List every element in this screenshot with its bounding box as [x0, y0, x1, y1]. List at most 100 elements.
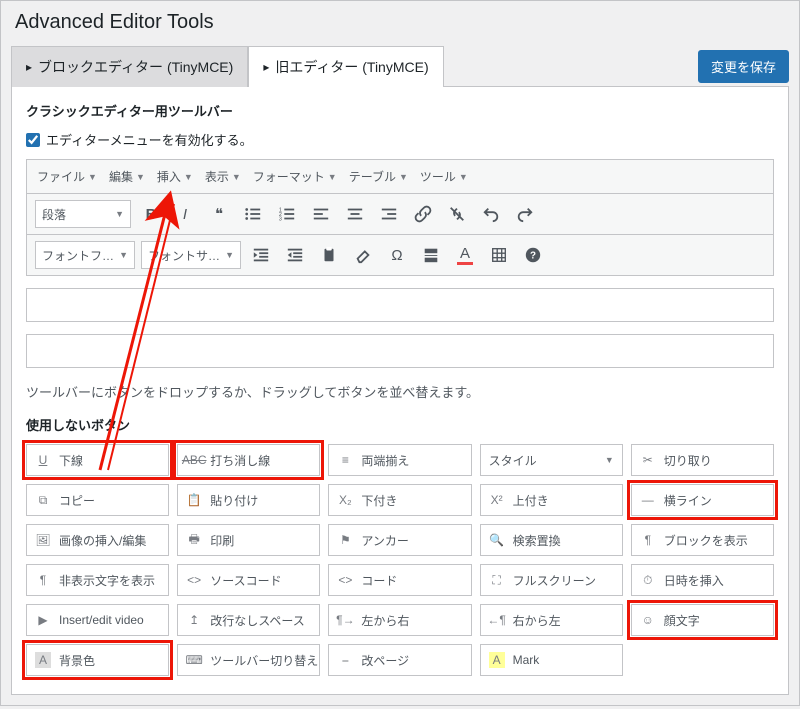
- unlink-button[interactable]: [443, 200, 471, 228]
- align-center-button[interactable]: [341, 200, 369, 228]
- tab-classic-editor[interactable]: ▸ 旧エディター (TinyMCE): [248, 46, 443, 87]
- caret-down-icon: ▼: [605, 455, 614, 465]
- unused-justify[interactable]: ≡両端揃え: [328, 444, 471, 476]
- unlink-icon: [448, 205, 466, 223]
- help-button[interactable]: ?: [519, 241, 547, 269]
- undo-button[interactable]: [477, 200, 505, 228]
- print-icon: 🖶: [186, 532, 202, 548]
- unused-rtl[interactable]: ←¶右から左: [480, 604, 623, 636]
- list-ul-icon: [244, 205, 262, 223]
- unused-strikethrough[interactable]: ABC打ち消し線: [177, 444, 320, 476]
- video-icon: ▶: [35, 612, 51, 628]
- toolbar-row-2: フォントフ…▼ フォントサ…▼ Ω A ?: [27, 235, 773, 275]
- caret-down-icon: ▼: [88, 172, 97, 182]
- toolbar-dropzone-1[interactable]: [26, 288, 774, 322]
- toolbar-hint: ツールバーにボタンをドロップするか、ドラッグしてボタンを並べ替えます。: [26, 382, 774, 401]
- unused-underline[interactable]: U下線: [26, 444, 169, 476]
- unused-source-code[interactable]: <>ソースコード: [177, 564, 320, 596]
- font-size-select[interactable]: フォントサ…▼: [141, 241, 241, 269]
- tab-block-editor[interactable]: ▸ ブロックエディター (TinyMCE): [11, 46, 248, 87]
- editor-tabs: ▸ ブロックエディター (TinyMCE) ▸ 旧エディター (TinyMCE): [11, 46, 444, 87]
- ltr-icon: ¶→: [337, 612, 353, 628]
- outdent-icon: [252, 246, 270, 264]
- toolbar-dropzone-2[interactable]: [26, 334, 774, 368]
- list-ol-icon: 123: [278, 205, 296, 223]
- read-more-icon: [422, 246, 440, 264]
- font-family-select[interactable]: フォントフ…▼: [35, 241, 135, 269]
- unused-print[interactable]: 🖶印刷: [177, 524, 320, 556]
- table-button[interactable]: [485, 241, 513, 269]
- unused-datetime[interactable]: ⏱日時を挿入: [631, 564, 774, 596]
- bold-button[interactable]: B: [137, 200, 165, 228]
- unused-fullscreen[interactable]: ⛶フルスクリーン: [480, 564, 623, 596]
- enable-menu-label: エディターメニューを有効化する。: [46, 130, 253, 149]
- upload-icon: ↥: [186, 612, 202, 628]
- paragraph-select[interactable]: 段落▼: [35, 200, 131, 228]
- unused-ltr[interactable]: ¶→左から右: [328, 604, 471, 636]
- caret-down-icon: ▼: [115, 209, 124, 219]
- unused-mark[interactable]: AMark: [480, 644, 623, 676]
- unused-code[interactable]: <>コード: [328, 564, 471, 596]
- text-color-icon: A: [457, 245, 473, 265]
- bulleted-list-button[interactable]: [239, 200, 267, 228]
- unused-style-select[interactable]: スタイル▼: [480, 444, 623, 476]
- unused-show-blocks[interactable]: ¶ブロックを表示: [631, 524, 774, 556]
- outdent-button[interactable]: [247, 241, 275, 269]
- redo-button[interactable]: [511, 200, 539, 228]
- code-icon: <>: [186, 572, 202, 588]
- save-button[interactable]: 変更を保存: [698, 50, 789, 83]
- unused-visual-chars[interactable]: ¶非表示文字を表示: [26, 564, 169, 596]
- paste-text-button[interactable]: [315, 241, 343, 269]
- indent-button[interactable]: [281, 241, 309, 269]
- unused-pagebreak[interactable]: ⎯改ページ: [328, 644, 471, 676]
- link-button[interactable]: [409, 200, 437, 228]
- menu-insert[interactable]: 挿入▼: [157, 168, 193, 185]
- menu-edit[interactable]: 編集▼: [109, 168, 145, 185]
- unused-emoji[interactable]: ☺顔文字: [631, 604, 774, 636]
- unused-copy[interactable]: ⧉コピー: [26, 484, 169, 516]
- menu-format[interactable]: フォーマット▼: [253, 168, 337, 185]
- redo-icon: [516, 205, 534, 223]
- pilcrow-icon: ¶: [640, 532, 656, 548]
- clock-icon: ⏱: [640, 572, 656, 588]
- menu-tools[interactable]: ツール▼: [420, 168, 468, 185]
- unused-subscript[interactable]: X₂下付き: [328, 484, 471, 516]
- menu-view[interactable]: 表示▼: [205, 168, 241, 185]
- unused-image[interactable]: 🖼画像の挿入/編集: [26, 524, 169, 556]
- scissors-icon: ✂: [640, 452, 656, 468]
- menu-file[interactable]: ファイル▼: [37, 168, 97, 185]
- unused-nbsp[interactable]: ↥改行なしスペース: [177, 604, 320, 636]
- caret-right-icon: ▸: [263, 60, 269, 74]
- align-left-button[interactable]: [307, 200, 335, 228]
- unused-paste[interactable]: 📋貼り付け: [177, 484, 320, 516]
- unused-toolbar-toggle[interactable]: ⌨ツールバー切り替え: [177, 644, 320, 676]
- caret-down-icon: ▼: [328, 172, 337, 182]
- unused-bgcolor[interactable]: A背景色: [26, 644, 169, 676]
- clear-format-button[interactable]: [349, 241, 377, 269]
- unused-anchor[interactable]: ⚑アンカー: [328, 524, 471, 556]
- subscript-icon: X₂: [337, 492, 353, 508]
- indent-icon: [286, 246, 304, 264]
- blockquote-button[interactable]: ❝: [205, 200, 233, 228]
- text-color-button[interactable]: A: [451, 241, 479, 269]
- unused-cut[interactable]: ✂切り取り: [631, 444, 774, 476]
- unused-video[interactable]: ▶Insert/edit video: [26, 604, 169, 636]
- unused-superscript[interactable]: X²上付き: [480, 484, 623, 516]
- keyboard-icon: ⌨: [186, 652, 202, 668]
- svg-text:?: ?: [530, 251, 536, 262]
- bg-color-icon: A: [35, 652, 51, 668]
- numbered-list-button[interactable]: 123: [273, 200, 301, 228]
- unused-hr[interactable]: —横ライン: [631, 484, 774, 516]
- unused-search-replace[interactable]: 🔍検索置換: [480, 524, 623, 556]
- align-right-button[interactable]: [375, 200, 403, 228]
- search-icon: 🔍: [489, 532, 505, 548]
- enable-menu-checkbox[interactable]: [26, 133, 40, 147]
- enable-menu-checkbox-row[interactable]: エディターメニューを有効化する。: [26, 130, 774, 149]
- italic-button[interactable]: I: [171, 200, 199, 228]
- read-more-button[interactable]: [417, 241, 445, 269]
- caret-down-icon: ▼: [232, 172, 241, 182]
- pilcrow-icon: ¶: [35, 572, 51, 588]
- menu-table[interactable]: テーブル▼: [349, 168, 408, 185]
- anchor-icon: ⚑: [337, 532, 353, 548]
- special-char-button[interactable]: Ω: [383, 241, 411, 269]
